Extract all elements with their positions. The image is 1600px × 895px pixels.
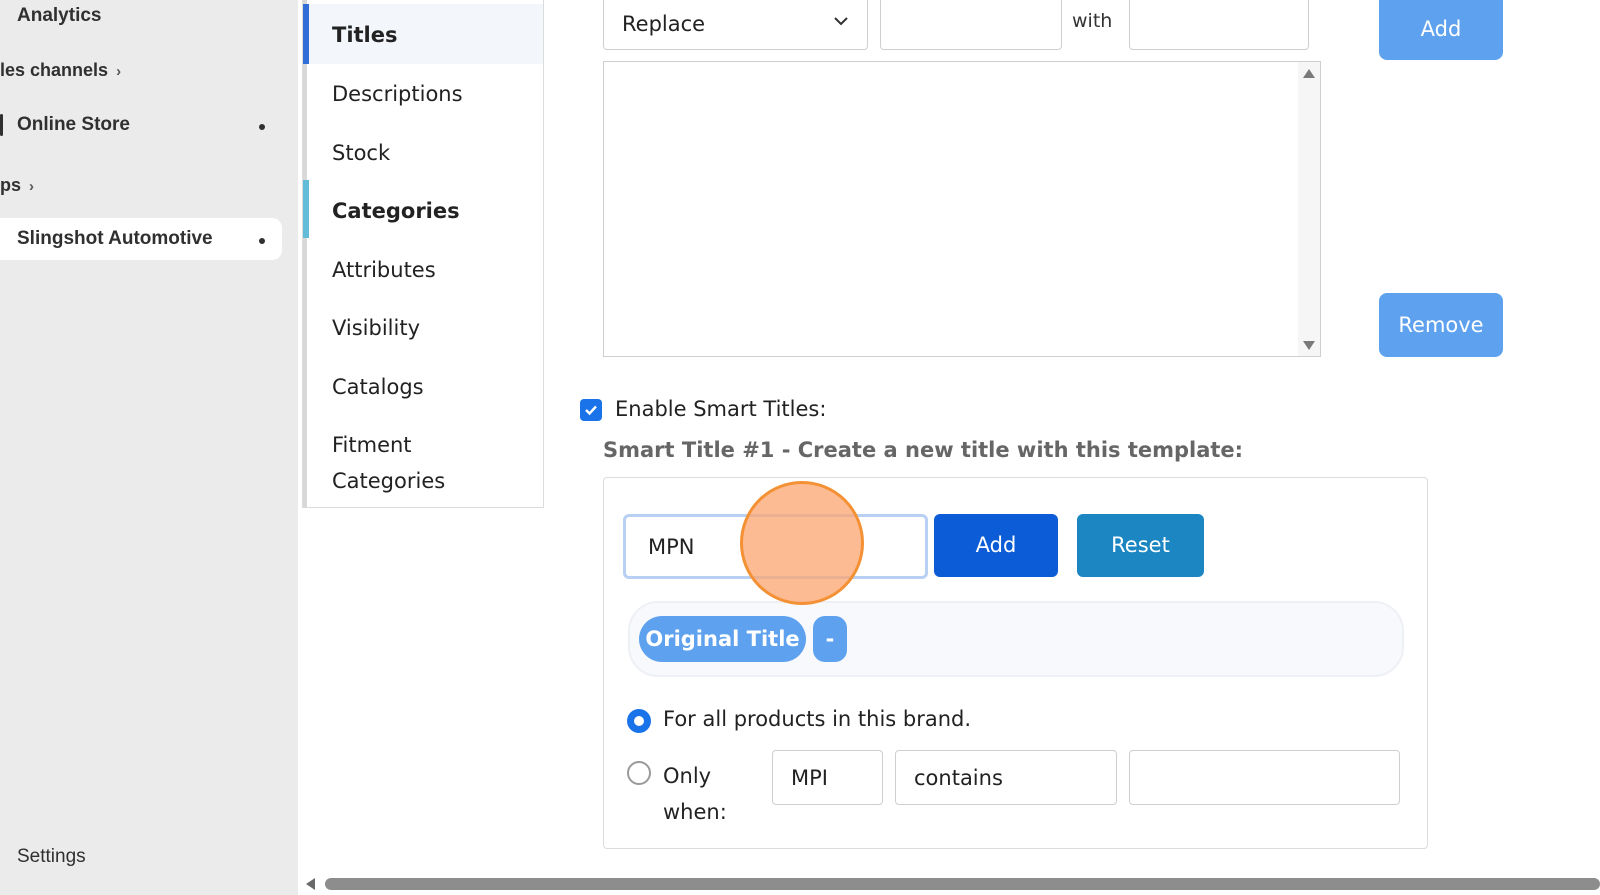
scrollbar-thumb[interactable] bbox=[325, 878, 1600, 890]
pin-dot-icon[interactable] bbox=[259, 124, 265, 130]
scope-all-label: For all products in this brand. bbox=[663, 707, 972, 731]
sidebar-item-label: ps bbox=[0, 175, 22, 195]
scope-only-radio[interactable] bbox=[627, 761, 651, 785]
click-highlight-marker bbox=[740, 481, 864, 605]
scope-all-radio[interactable] bbox=[627, 709, 651, 733]
online-store-icon bbox=[0, 114, 3, 136]
nav-item-catalogs[interactable]: Catalogs bbox=[303, 369, 543, 405]
sidebar-item-online-store[interactable]: Online Store bbox=[17, 114, 130, 136]
nav-item-titles[interactable]: Titles bbox=[303, 17, 543, 53]
sidebar-item-apps[interactable]: ps › bbox=[0, 175, 34, 196]
replace-with-input[interactable] bbox=[1129, 0, 1309, 50]
chevron-down-icon bbox=[834, 17, 848, 26]
with-label: with bbox=[1072, 10, 1113, 32]
sidebar-item-label: Settings bbox=[17, 846, 86, 867]
sidebar-item-settings[interactable]: Settings bbox=[17, 846, 86, 868]
pin-dot-icon[interactable] bbox=[259, 238, 265, 244]
add-rule-button[interactable]: Add bbox=[1379, 0, 1503, 60]
sidebar-item-label: Online Store bbox=[17, 114, 130, 135]
enable-smart-titles-checkbox[interactable] bbox=[580, 399, 602, 421]
reset-button[interactable]: Reset bbox=[1077, 514, 1204, 577]
section-nav: Titles Descriptions Stock Categories Att… bbox=[302, 0, 544, 508]
token-chip[interactable]: - bbox=[813, 616, 847, 662]
condition-operator-value: contains bbox=[914, 766, 1003, 790]
condition-field-value: MPI bbox=[791, 766, 828, 790]
nav-item-attributes[interactable]: Attributes bbox=[303, 252, 543, 288]
scroll-down-icon[interactable] bbox=[1303, 341, 1315, 350]
token-chip[interactable]: Original Title bbox=[639, 616, 806, 662]
condition-field-select[interactable]: MPI bbox=[772, 750, 883, 805]
horizontal-scrollbar[interactable] bbox=[298, 872, 1600, 895]
sidebar-item-label: Analytics bbox=[17, 5, 102, 26]
nav-item-categories[interactable]: Categories bbox=[303, 193, 543, 229]
nav-item-fitment-categories[interactable]: Fitment Categories bbox=[303, 427, 503, 499]
nav-item-stock[interactable]: Stock bbox=[303, 135, 543, 171]
sidebar-item-label: les channels bbox=[0, 60, 109, 80]
nav-item-visibility[interactable]: Visibility bbox=[303, 310, 543, 346]
action-select-value: Replace bbox=[622, 12, 706, 36]
scroll-left-icon[interactable] bbox=[306, 878, 315, 890]
scope-only-label: Only when: bbox=[663, 764, 727, 824]
action-select[interactable]: Replace bbox=[603, 0, 868, 50]
sidebar-item-sales-channels[interactable]: les channels › bbox=[0, 60, 121, 81]
remove-rule-button[interactable]: Remove bbox=[1379, 293, 1503, 357]
sidebar-item-analytics[interactable]: Analytics bbox=[17, 5, 101, 27]
find-input[interactable] bbox=[880, 0, 1062, 50]
scroll-up-icon[interactable] bbox=[1303, 69, 1315, 78]
sidebar-item-label: Slingshot Automotive bbox=[17, 228, 213, 249]
rules-listbox[interactable] bbox=[603, 61, 1321, 357]
smart-title-heading: Smart Title #1 - Create a new title with… bbox=[603, 438, 1244, 462]
condition-value-input[interactable] bbox=[1129, 750, 1400, 805]
token-list: Original Title - bbox=[628, 601, 1404, 677]
listbox-scrollbar[interactable] bbox=[1298, 62, 1320, 356]
chevron-right-icon: › bbox=[116, 63, 122, 80]
enable-smart-titles-label: Enable Smart Titles: bbox=[615, 397, 827, 421]
sidebar-item-app-name[interactable]: Slingshot Automotive bbox=[17, 228, 213, 250]
chevron-right-icon: › bbox=[29, 178, 35, 195]
add-token-button[interactable]: Add bbox=[934, 514, 1058, 577]
condition-operator-select[interactable]: contains bbox=[895, 750, 1117, 805]
nav-item-descriptions[interactable]: Descriptions bbox=[303, 76, 543, 112]
admin-sidebar: Analytics les channels › Online Store ps ›… bbox=[0, 0, 298, 895]
token-input-value: MPN bbox=[648, 535, 695, 559]
checkmark-icon bbox=[585, 405, 597, 416]
